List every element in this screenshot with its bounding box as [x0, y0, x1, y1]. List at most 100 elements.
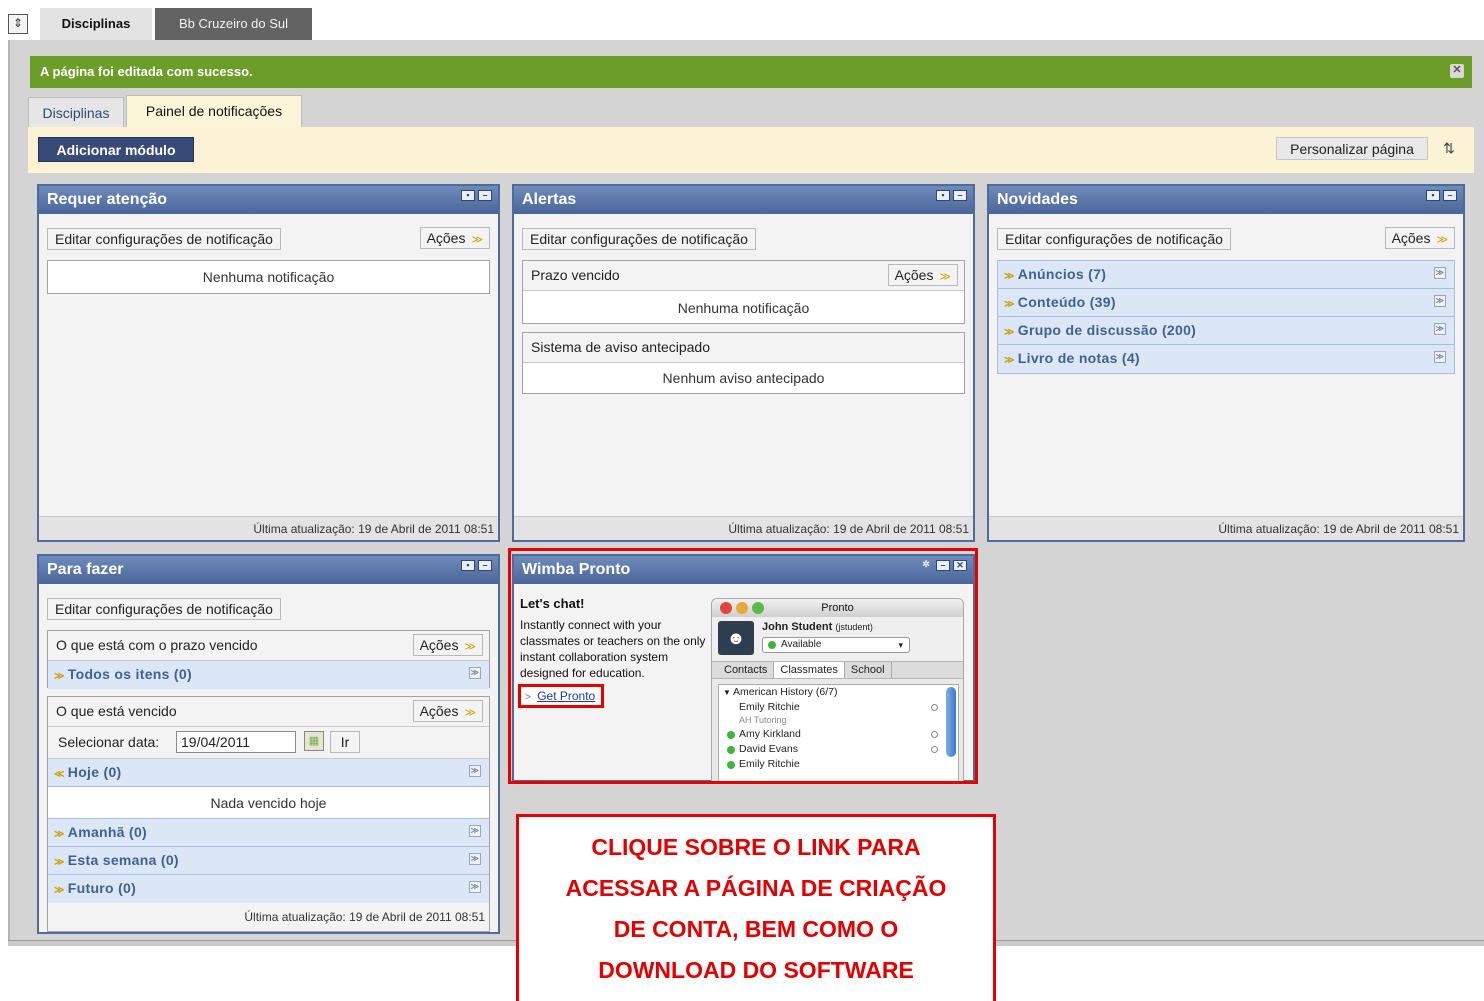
actions-button[interactable]: Ações ≫ [412, 700, 483, 722]
module-alertas: Alertas ▪ – Editar configurações de notif… [512, 184, 975, 542]
close-icon[interactable]: ✕ [1450, 64, 1464, 78]
module-header: Novidades ▪ – [989, 186, 1463, 214]
actions-label: Ações [419, 637, 459, 653]
edit-config-button[interactable]: Editar configurações de notificação [47, 598, 281, 620]
expand-icon: ≫ [1004, 355, 1015, 366]
empty-message: Nada vencido hoje [48, 787, 489, 819]
item-label: Todos os itens (0) [67, 666, 192, 682]
collapse-icon[interactable]: ≫ [469, 825, 481, 837]
collapse-icon[interactable]: ≫ [1434, 351, 1446, 363]
success-banner: A página foi editada com sucesso. ✕ [30, 56, 1472, 88]
resize-icon[interactable]: ▪ [461, 560, 475, 571]
module-title: Para fazer [47, 561, 124, 578]
calendar-icon[interactable]: ▦ [304, 731, 324, 751]
actions-button[interactable]: Ações ≫ [1384, 227, 1455, 249]
personalize-page-button[interactable]: Personalizar página [1276, 137, 1428, 160]
list-item[interactable]: ≪ Hoje (0) ≫ [48, 759, 489, 787]
tab-disciplinas-top[interactable]: Disciplinas [40, 8, 152, 40]
expand-icon: ≫ [54, 671, 65, 682]
module-requer-atencao: Requer atenção ▪ – Editar configurações d… [37, 184, 500, 542]
collapse-icon[interactable]: ≫ [469, 853, 481, 865]
minimize-icon[interactable]: – [478, 560, 492, 571]
item-label: Conteúdo (39) [1017, 294, 1116, 310]
resize-icon[interactable]: ▪ [936, 190, 950, 201]
last-update: Última atualização: 19 de Abril de 2011 … [39, 516, 498, 540]
resize-icon[interactable]: ▪ [1426, 190, 1440, 201]
collapse-up-icon: ≪ [54, 769, 65, 780]
actions-label: Ações [419, 703, 459, 719]
module-header: Requer atenção ▪ – [39, 186, 498, 214]
expand-icon[interactable]: ⇕ [8, 14, 28, 34]
module-title: Requer atenção [47, 191, 168, 208]
chevron-down-icon: ≫ [471, 234, 483, 246]
notification-box: Nenhuma notificação [47, 260, 490, 294]
actions-button[interactable]: Ações ≫ [887, 264, 958, 286]
top-bar: ⇕ Disciplinas Bb Cruzeiro do Sul [0, 0, 1484, 40]
edit-config-button[interactable]: Editar configurações de notificação [997, 228, 1231, 250]
callout-line: DOWNLOAD DO SOFTWARE [598, 957, 914, 983]
minimize-icon[interactable]: – [1443, 190, 1457, 201]
callout-line: ACESSAR A PÁGINA DE CRIAÇÃO [565, 875, 947, 901]
date-input[interactable]: 19/04/2011 [176, 731, 296, 753]
expand-icon: ≫ [54, 885, 65, 896]
add-module-button[interactable]: Adicionar módulo [38, 137, 194, 162]
page-toolbar: Adicionar módulo Personalizar página ⇅ [28, 127, 1474, 173]
empty-message: Nenhuma notificação [677, 300, 810, 316]
tab-painel-notificacoes[interactable]: Painel de notificações [126, 95, 302, 127]
list-item[interactable]: ≫ Futuro (0) ≫ [48, 875, 489, 903]
collapse-icon[interactable]: ≫ [469, 881, 481, 893]
tab-disciplinas[interactable]: Disciplinas [28, 97, 124, 127]
collapse-icon[interactable]: ≫ [1434, 323, 1446, 335]
novidades-list: ≫ Anúncios (7) ≫ ≫ Conteúdo (39) ≫ ≫ Grupo de… [997, 260, 1455, 374]
list-item[interactable]: ≫ Conteúdo (39) ≫ [998, 289, 1454, 317]
success-message: A página foi editada com sucesso. [40, 64, 253, 79]
item-label: Futuro (0) [67, 880, 137, 896]
tab-bb-cruzeiro[interactable]: Bb Cruzeiro do Sul [155, 8, 312, 40]
item-label: Esta semana (0) [67, 852, 179, 868]
list-item[interactable]: ≫ Anúncios (7) ≫ [998, 261, 1454, 289]
item-label: Livro de notas (4) [1017, 350, 1140, 366]
edit-config-button[interactable]: Editar configurações de notificação [47, 228, 281, 250]
aviso-antecipado-box: Sistema de aviso antecipado Nenhum aviso… [522, 332, 965, 394]
empty-message: Nenhuma notificação [202, 269, 335, 285]
module-header: Alertas ▪ – [514, 186, 973, 214]
select-date-label: Selecionar data: [58, 734, 160, 750]
edit-config-button[interactable]: Editar configurações de notificação [522, 228, 756, 250]
collapse-icon[interactable]: ≫ [1434, 295, 1446, 307]
actions-label: Ações [426, 230, 466, 246]
module-title: Alertas [522, 191, 577, 208]
collapse-icon[interactable]: ≫ [469, 765, 481, 777]
prazo-vencido-box: Prazo vencido Ações ≫ Nenhuma notificação [522, 260, 965, 324]
module-header: Para fazer ▪ – [39, 556, 498, 584]
list-item[interactable]: ≫ Esta semana (0) ≫ [48, 847, 489, 875]
empty-message: Nenhum aviso antecipado [662, 370, 825, 386]
list-item[interactable]: ≫ Todos os itens (0) ≫ [48, 661, 489, 689]
module-para-fazer: Para fazer ▪ – Editar configurações de no… [37, 554, 500, 934]
instruction-callout: CLIQUE SOBRE O LINK PARA ACESSAR A PÁGIN… [516, 814, 996, 1001]
actions-button[interactable]: Ações ≫ [419, 227, 490, 249]
item-label: Hoje (0) [67, 764, 122, 780]
expand-icon: ≫ [1004, 271, 1015, 282]
resize-icon[interactable]: ▪ [461, 190, 475, 201]
chevron-down-icon: ≫ [464, 641, 476, 653]
list-item[interactable]: ≫ Livro de notas (4) ≫ [998, 345, 1454, 373]
last-update: Última atualização: 19 de Abril de 2011 … [514, 516, 973, 540]
module-novidades: Novidades ▪ – Editar configurações de not… [987, 184, 1465, 542]
date-row: Selecionar data: 19/04/2011 ▦ Ir [48, 727, 489, 759]
chevron-down-icon: ≫ [464, 707, 476, 719]
collapse-icon[interactable]: ≫ [469, 667, 481, 679]
reorder-icon[interactable]: ⇅ [1438, 137, 1460, 159]
module-title: Novidades [997, 191, 1078, 208]
go-button[interactable]: Ir [330, 731, 360, 753]
item-label: Amanhã (0) [67, 824, 148, 840]
collapse-icon[interactable]: ≫ [1434, 267, 1446, 279]
list-item[interactable]: ≫ Grupo de discussão (200) ≫ [998, 317, 1454, 345]
section-title: Sistema de aviso antecipado [523, 333, 964, 363]
minimize-icon[interactable]: – [953, 190, 967, 201]
minimize-icon[interactable]: – [478, 190, 492, 201]
expand-icon: ≫ [54, 829, 65, 840]
actions-button[interactable]: Ações ≫ [412, 634, 483, 656]
chevron-down-icon: ≫ [1436, 234, 1448, 246]
callout-line: CLIQUE SOBRE O LINK PARA [591, 834, 921, 860]
list-item[interactable]: ≫ Amanhã (0) ≫ [48, 819, 489, 847]
